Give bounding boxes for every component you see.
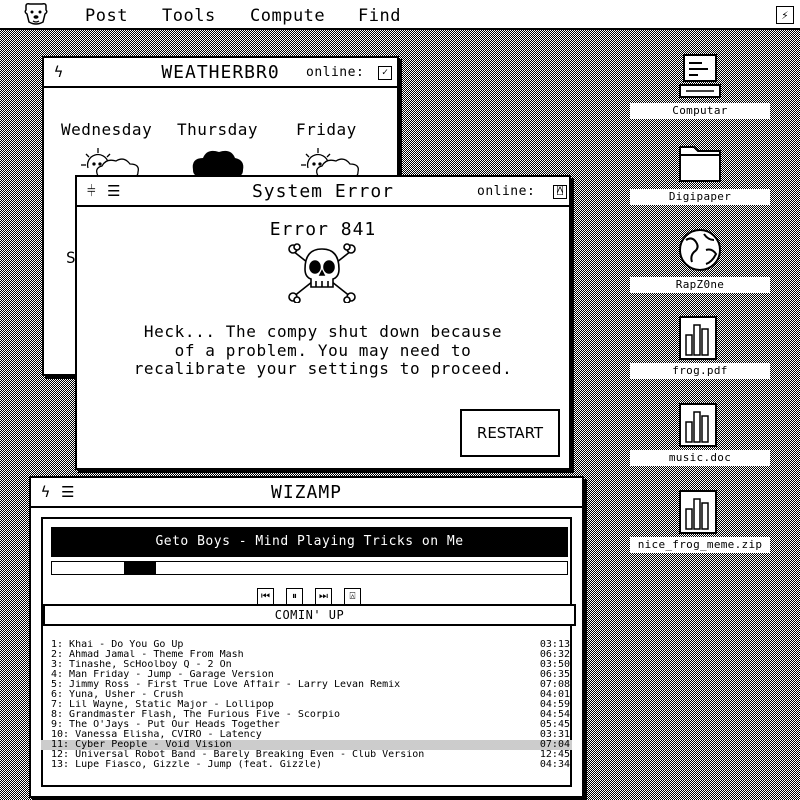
- now-playing: Geto Boys - Mind Playing Tricks on Me: [51, 527, 568, 557]
- document-icon: [679, 316, 717, 360]
- track-duration: 05:45: [539, 720, 570, 730]
- playlist-track[interactable]: 9: The O'Jays - Put Our Heads Together 05…: [41, 720, 572, 730]
- error-code: Error 841: [269, 219, 377, 240]
- restart-button[interactable]: RESTART: [460, 409, 560, 457]
- track-title: 3: Tinashe, ScHoolboy Q - 2 On: [51, 660, 232, 670]
- previous-button[interactable]: ⏮: [257, 588, 274, 605]
- desktop-icon-label: nice_frog_meme.zip: [630, 537, 770, 553]
- track-title: 2: Ahmad Jamal - Theme From Mash: [51, 650, 244, 660]
- progress-bar[interactable]: [51, 561, 568, 575]
- desktop-icon-label: music.doc: [630, 450, 770, 466]
- track-duration: 03:31: [539, 730, 570, 740]
- playlist-track[interactable]: 4: Man Friday - Jump - Garage Version 06:…: [41, 670, 572, 680]
- skull-crossbones-icon: [288, 243, 356, 303]
- track-title: 4: Man Friday - Jump - Garage Version: [51, 670, 274, 680]
- menu-post[interactable]: Post: [85, 6, 128, 26]
- playlist-track[interactable]: 5: Jimmy Ross - First True Love Affair -…: [41, 680, 572, 690]
- globe-icon: [679, 229, 721, 271]
- online-checkbox[interactable]: ⍓: [553, 185, 567, 199]
- track-duration: 04:59: [539, 700, 570, 710]
- playlist-track[interactable]: 10: Vanessa Elisha, CVIRO - Latency 03:31: [41, 730, 572, 740]
- document-icon: [679, 403, 717, 447]
- playlist: 1: Khai - Do You Go Up 03:13 2: Ahmad Jama…: [41, 640, 572, 796]
- track-duration: 07:08: [539, 680, 570, 690]
- day-name: Wednesday: [61, 120, 153, 139]
- track-title: 12: Universal Robot Band - Barely Breaki…: [51, 750, 425, 760]
- system-error-window: ⫩ ☰ System Error online: ⍓ Error 841 Hec…: [75, 175, 571, 470]
- track-duration: 12:45: [539, 750, 570, 760]
- track-title: 5: Jimmy Ross - First True Love Affair -…: [51, 680, 401, 690]
- menu-find[interactable]: Find: [358, 6, 401, 26]
- playlist-track[interactable]: 12: Universal Robot Band - Barely Breaki…: [41, 750, 572, 760]
- track-duration: 04:54: [539, 710, 570, 720]
- previous-icon: ⏮: [261, 590, 270, 602]
- playlist-track[interactable]: 13: Lupe Fiasco, Gizzle - Jump (feat. Gi…: [41, 760, 572, 770]
- online-label: online:: [477, 184, 536, 199]
- pause-icon: ⏸: [292, 590, 297, 602]
- track-title: 10: Vanessa Elisha, CVIRO - Latency: [51, 730, 262, 740]
- online-checkbox[interactable]: ✓: [378, 66, 392, 80]
- desktop-icon-nice-frog-meme[interactable]: nice_frog_meme.zip: [630, 489, 770, 554]
- playlist-track[interactable]: 11: Cyber People - Void Vision 07:04: [41, 740, 572, 750]
- track-duration: 07:04: [539, 740, 570, 750]
- playlist-track[interactable]: 2: Ahmad Jamal - Theme From Mash 06:32: [41, 650, 572, 660]
- dog-logo-icon[interactable]: [22, 2, 50, 26]
- desktop-icon-label: frog.pdf: [630, 363, 770, 379]
- desktop-icon-label: Digipaper: [630, 189, 770, 205]
- playlist-track[interactable]: 1: Khai - Do You Go Up 03:13: [41, 640, 572, 650]
- playlist-track[interactable]: 3: Tinashe, ScHoolboy Q - 2 On 03:50: [41, 660, 572, 670]
- next-icon: ⏭: [319, 590, 328, 602]
- track-title: 13: Lupe Fiasco, Gizzle - Jump (feat. Gi…: [51, 760, 322, 770]
- wizard-button[interactable]: ⍓: [344, 588, 361, 605]
- track-duration: 06:32: [539, 650, 570, 660]
- next-button[interactable]: ⏭: [315, 588, 332, 605]
- wizard-icon: ⍓: [349, 590, 356, 602]
- comin-up-header: COMIN' UP: [43, 604, 576, 626]
- wizamp-titlebar[interactable]: ϟ ☰ WIZAMP: [31, 478, 582, 508]
- wizamp-window: ϟ ☰ WIZAMP Geto Boys - Mind Playing Tric…: [29, 476, 584, 798]
- day-name: Friday: [296, 120, 357, 139]
- day-name: Thursday: [177, 120, 259, 139]
- computer-icon: [679, 54, 721, 98]
- track-title: 8: Grandmaster Flash, The Furious Five -…: [51, 710, 340, 720]
- track-title: 7: Lil Wayne, Static Major - Lollipop: [51, 700, 274, 710]
- desktop-icon-digipaper[interactable]: Digipaper: [630, 143, 770, 208]
- track-duration: 04:01: [539, 690, 570, 700]
- pause-button[interactable]: ⏸: [286, 588, 303, 605]
- playlist-track[interactable]: 8: Grandmaster Flash, The Furious Five -…: [41, 710, 572, 720]
- weather-titlebar[interactable]: ϟ WEATHERBR0 online: ✓: [44, 58, 397, 88]
- menu-tools[interactable]: Tools: [162, 6, 216, 26]
- desktop-icon-frog-pdf[interactable]: frog.pdf: [630, 315, 770, 380]
- track-duration: 03:50: [539, 660, 570, 670]
- power-icon[interactable]: ⚡: [776, 6, 794, 24]
- track-title: 1: Khai - Do You Go Up: [51, 640, 184, 650]
- wizamp-title: WIZAMP: [270, 482, 343, 503]
- track-duration: 06:35: [539, 670, 570, 680]
- track-duration: 04:34: [539, 760, 570, 770]
- track-title: 11: Cyber People - Void Vision: [51, 740, 232, 750]
- desktop-icon-label: Computar: [630, 103, 770, 119]
- error-message: Heck... The compy shut down because of a…: [133, 322, 513, 378]
- menu-compute[interactable]: Compute: [250, 6, 325, 26]
- online-label: online:: [306, 65, 365, 80]
- desktop-icon-music-doc[interactable]: music.doc: [630, 402, 770, 467]
- document-icon: [679, 490, 717, 534]
- progress-handle[interactable]: [124, 562, 156, 574]
- track-title: 9: The O'Jays - Put Our Heads Together: [51, 720, 280, 730]
- track-duration: 03:13: [539, 640, 570, 650]
- desktop-icon-computar[interactable]: Computar: [630, 53, 770, 123]
- playlist-track[interactable]: 7: Lil Wayne, Static Major - Lollipop 04:…: [41, 700, 572, 710]
- desktop-icon-rapzone[interactable]: RapZ0ne: [630, 228, 770, 293]
- error-titlebar[interactable]: ⫩ ☰ System Error online: ⍓: [77, 177, 569, 207]
- track-title: 6: Yuna, Usher - Crush: [51, 690, 184, 700]
- desktop-icon-label: RapZ0ne: [630, 277, 770, 293]
- folder-icon: [679, 146, 721, 182]
- playlist-track[interactable]: 6: Yuna, Usher - Crush 04:01: [41, 690, 572, 700]
- menu-bar: Post Tools Compute Find ⚡: [0, 0, 800, 30]
